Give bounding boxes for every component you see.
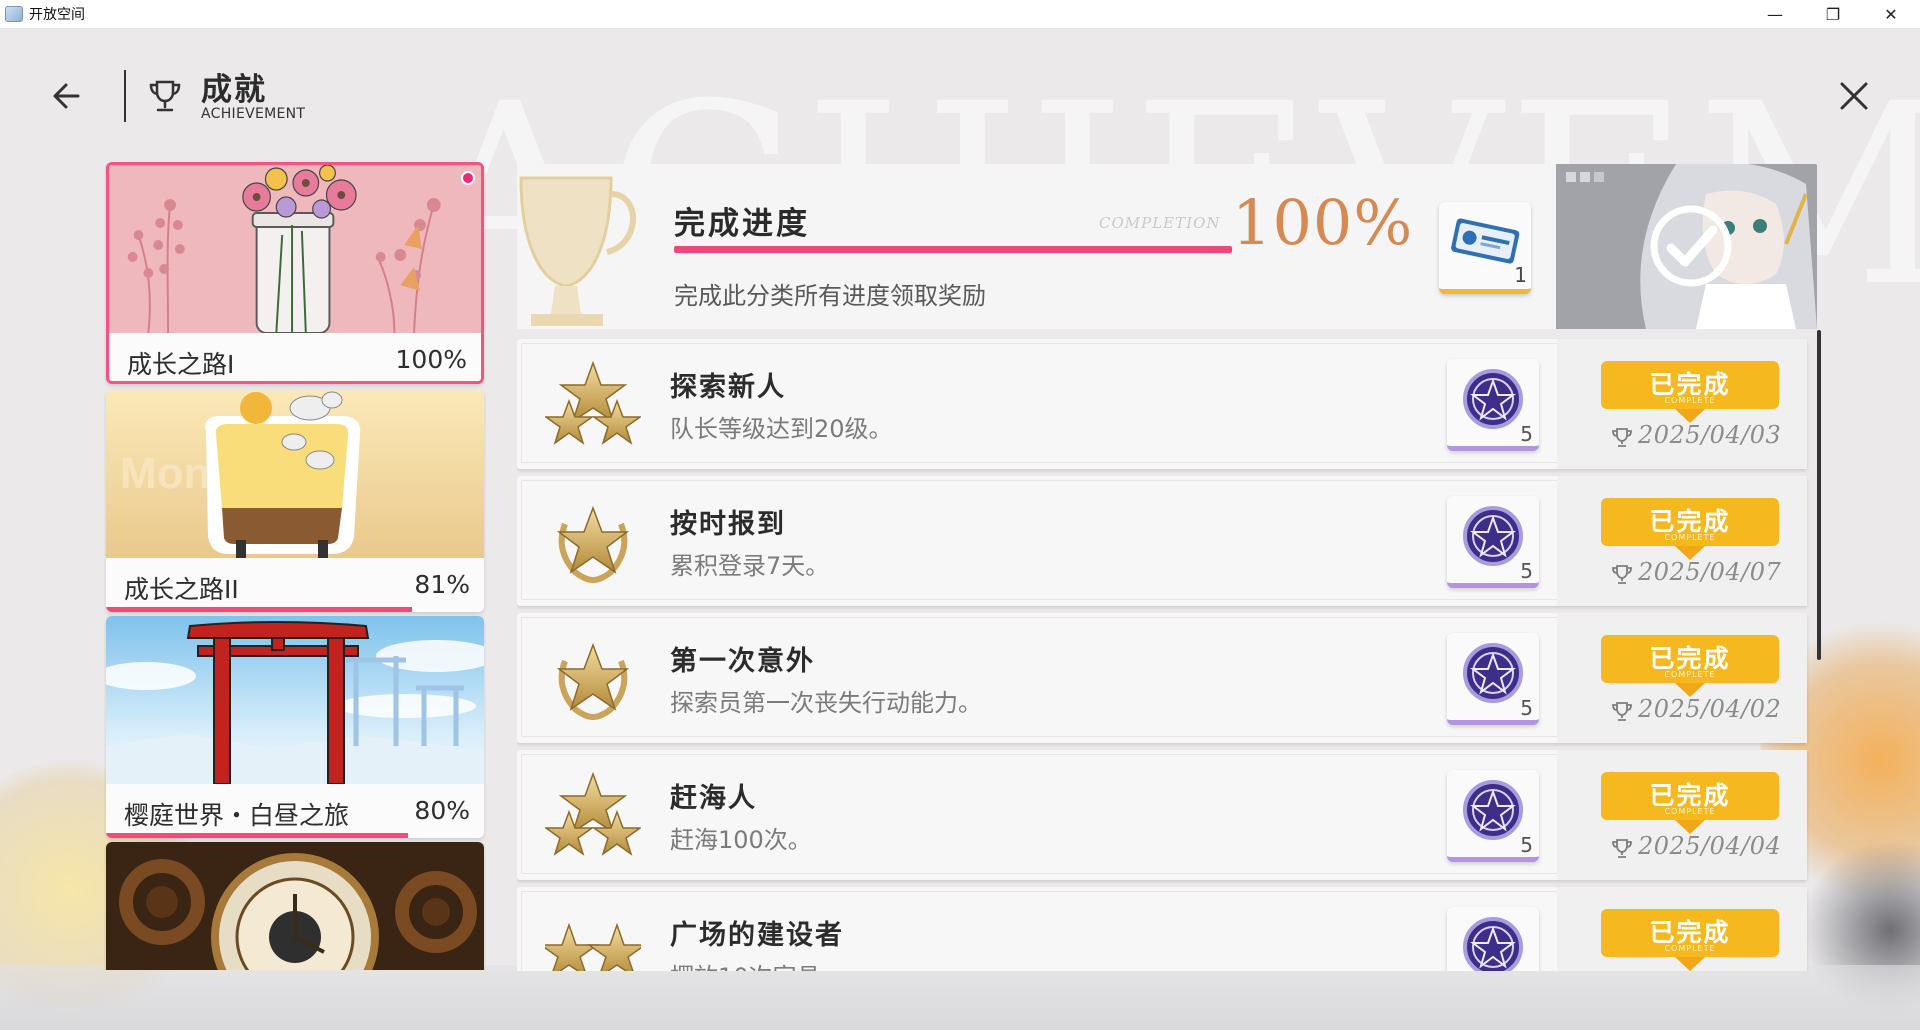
completed-badge: 已完成 COMPLETE (1601, 361, 1779, 423)
category-progress-bar (106, 833, 409, 838)
category-name: 成长之路I (127, 350, 235, 379)
window-titlebar: 开放空间 — ❐ ✕ (0, 0, 1920, 29)
achievement-name: 第一次意外 (670, 646, 815, 677)
restore-button[interactable]: ❐ (1804, 0, 1862, 29)
achievement-row: 第一次意外 探索员第一次丧失行动能力。 5 已完成 COMPLETE 2025/… (517, 613, 1807, 743)
cake-monster-image: Mon nter (106, 390, 484, 558)
achievement-row: 赶海人 赶海100次。 5 已完成 COMPLETE 2025/04/04 (517, 750, 1807, 880)
achievement-reward-slot[interactable]: 5 (1447, 770, 1539, 862)
completed-badge: 已完成 COMPLETE (1601, 635, 1779, 697)
completed-sublabel: COMPLETE (1664, 533, 1716, 542)
category-name: 樱庭世界・白昼之旅 (124, 801, 350, 830)
minimize-button[interactable]: — (1746, 0, 1804, 29)
completed-badge: 已完成 COMPLETE (1601, 498, 1779, 560)
completed-sublabel: COMPLETE (1664, 396, 1716, 405)
two-stars-medal-icon (545, 922, 641, 971)
reward-count: 5 (1520, 696, 1533, 720)
completion-date: 2025/04/03 (1638, 421, 1782, 449)
close-icon[interactable] (1834, 76, 1874, 116)
flower-jar-image (109, 165, 481, 333)
window-title: 开放空间 (29, 7, 85, 23)
completion-date: 2025/04/07 (1638, 558, 1782, 586)
achievement-row: 按时报到 累积登录7天。 5 已完成 COMPLETE 2025/04/07 (517, 476, 1807, 606)
achievement-name: 广场的建设者 (670, 920, 844, 951)
category-name: 成长之路II (124, 575, 239, 604)
completion-reward-slot[interactable]: 1 (1439, 202, 1531, 294)
torii-gate-image (106, 616, 484, 784)
completed-badge: 已完成 COMPLETE (1601, 909, 1779, 971)
trophy-icon (149, 80, 181, 112)
reward-count: 5 (1520, 833, 1533, 857)
category-percent: 80% (414, 796, 470, 825)
notification-dot (461, 171, 475, 185)
completed-check-icon (1650, 205, 1732, 287)
bottom-band (0, 965, 1920, 1030)
page-subtitle: ACHIEVEMENT (201, 106, 306, 122)
achievement-reward-slot[interactable]: 5 (1447, 359, 1539, 451)
completion-percent: 100% (1232, 186, 1414, 259)
category-footer: 成长之路II 81% (106, 558, 484, 612)
star-wreath-medal-icon (556, 642, 630, 720)
completion-date: 2025/04/02 (1638, 695, 1782, 723)
clock-gears-image (106, 842, 484, 970)
three-stars-medal-icon (545, 771, 641, 856)
achievement-name: 赶海人 (670, 783, 757, 814)
completed-sublabel: COMPLETE (1664, 944, 1716, 953)
category-footer: 成长之路I 100% (109, 333, 481, 384)
close-window-button[interactable]: ✕ (1862, 0, 1920, 29)
reward-count: 5 (1520, 559, 1533, 583)
achievement-row: 广场的建设者 摆放10次家具 5 已完成 COMPLETE (517, 887, 1807, 971)
pentagram-coin-icon (1463, 917, 1523, 971)
achievement-description: 队长等级达到20级。 (670, 415, 893, 443)
trophy-icon (1612, 839, 1632, 858)
category-card-growth-1[interactable]: 成长之路I 100% (106, 162, 484, 384)
category-card-growth-2[interactable]: Mon nter 成长之路II 81% (106, 390, 484, 612)
category-progress-bar (106, 607, 413, 612)
achievement-description: 累积登录7天。 (670, 552, 830, 580)
completion-title: 完成进度 (674, 206, 810, 242)
reward-count: 5 (1520, 970, 1533, 971)
achievement-reward-slot[interactable]: 5 (1447, 496, 1539, 588)
achievement-name: 探索新人 (670, 372, 786, 403)
completion-banner: 完成进度 COMPLETION 100% 完成此分类所有进度领取奖励 1 (517, 164, 1817, 329)
completion-progress-bar (674, 246, 1232, 253)
trophy-icon (1612, 428, 1632, 447)
achievement-list[interactable]: 探索新人 队长等级达到20级。 5 已完成 COMPLETE 2025/04/0… (517, 335, 1817, 971)
category-card-sakura-world[interactable]: 樱庭世界・白昼之旅 80% (106, 616, 484, 838)
star-wreath-medal-icon (556, 505, 630, 583)
back-arrow-icon[interactable] (48, 76, 88, 116)
trophy-cup-decoration (519, 176, 636, 326)
reward-count: 1 (1514, 263, 1527, 287)
trophy-icon (1612, 702, 1632, 721)
completion-tag: COMPLETION (1099, 214, 1221, 232)
app-icon (5, 6, 23, 22)
category-progress-bar (109, 382, 481, 384)
completed-sublabel: COMPLETE (1664, 670, 1716, 679)
category-percent: 100% (395, 345, 467, 374)
achievement-name: 按时报到 (670, 509, 786, 540)
category-footer: 樱庭世界・白昼之旅 80% (106, 784, 484, 838)
three-stars-medal-icon (545, 360, 641, 445)
reward-count: 5 (1520, 422, 1533, 446)
list-scrollbar[interactable] (1817, 330, 1821, 660)
page-title: 成就 (201, 72, 267, 108)
completed-badge: 已完成 COMPLETE (1601, 772, 1779, 834)
achievement-reward-slot[interactable]: 5 (1447, 907, 1539, 971)
achievement-description: 摆放10次家具 (670, 957, 821, 971)
achievement-reward-slot[interactable]: 5 (1447, 633, 1539, 725)
category-list: 成长之路I 100% Mon nter 成长之路II 81% (104, 160, 486, 970)
achievement-description: 赶海100次。 (670, 826, 812, 854)
completion-date: 2025/04/04 (1638, 832, 1782, 860)
category-card-clock[interactable] (106, 842, 484, 970)
completed-sublabel: COMPLETE (1664, 807, 1716, 816)
completion-description: 完成此分类所有进度领取奖励 (674, 282, 986, 310)
header-divider (124, 70, 126, 122)
achievement-row: 探索新人 队长等级达到20级。 5 已完成 COMPLETE 2025/04/0… (517, 339, 1807, 469)
trophy-icon (1612, 565, 1632, 584)
achievement-description: 探索员第一次丧失行动能力。 (670, 689, 982, 717)
category-percent: 81% (414, 570, 470, 599)
